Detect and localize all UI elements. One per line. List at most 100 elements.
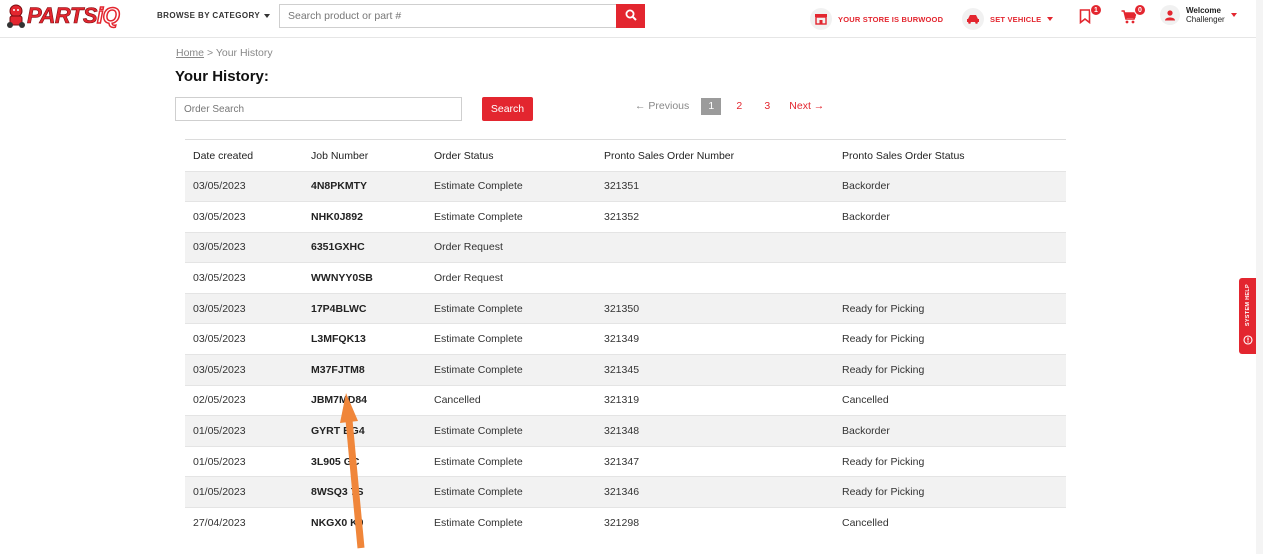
cell-pronto-order-status: Ready for Picking [842, 476, 1066, 508]
cell-date: 03/05/2023 [185, 201, 311, 233]
cell-date: 01/05/2023 [185, 415, 311, 447]
cell-pronto-order-status: Cancelled [842, 384, 1066, 416]
table-row[interactable]: 03/05/2023 4N8PKMTY Estimate Complete 32135… [185, 170, 1066, 202]
order-history-table: Date created Job Number Order Status Pro… [185, 139, 1066, 539]
cell-pronto-order-status: Backorder [842, 201, 1066, 233]
saved-count-badge: 1 [1090, 4, 1102, 16]
pagination-page-1[interactable]: 1 [701, 97, 722, 115]
cell-pronto-order-number: 321347 [604, 445, 842, 477]
table-row[interactable]: 03/05/2023 L3MFQK13 Estimate Complete 32134… [185, 323, 1066, 355]
cell-job-number: JBM7MD84 [311, 384, 434, 416]
set-vehicle-menu[interactable]: SET VEHICLE [962, 8, 1054, 30]
browse-label: BROWSE BY CATEGORY [157, 11, 261, 20]
cell-job-number: 6351GXHC [311, 231, 434, 263]
cart-button[interactable]: 0 [1120, 4, 1146, 30]
cell-pronto-order-number: 321346 [604, 476, 842, 508]
column-header-pronto-order-number: Pronto Sales Order Number [604, 150, 735, 163]
cell-order-status: Estimate Complete [434, 415, 604, 447]
cell-date: 02/05/2023 [185, 384, 311, 416]
cell-pronto-order-number: 321298 [604, 507, 842, 539]
storefront-icon [810, 8, 832, 30]
bookmark-icon [1079, 9, 1091, 29]
cell-pronto-order-status: Backorder [842, 170, 1066, 202]
cell-pronto-order-number [604, 231, 842, 263]
logo-iq-text: iQ [96, 2, 120, 29]
cell-pronto-order-status: Ready for Picking [842, 323, 1066, 355]
cell-pronto-order-number: 321352 [604, 201, 842, 233]
column-header-order-status: Order Status [434, 150, 494, 163]
cell-job-number: L3MFQK13 [311, 323, 434, 355]
pagination-page-3[interactable]: 3 [757, 100, 777, 112]
cell-order-status: Order Request [434, 262, 604, 294]
column-header-date: Date created [193, 150, 254, 163]
table-row[interactable]: 03/05/2023 M37FJTM8 Estimate Complete 32134… [185, 354, 1066, 386]
cell-job-number: 4N8PKMTY [311, 170, 434, 202]
pagination-next[interactable]: Next → [789, 100, 824, 112]
table-row[interactable]: 03/05/2023 NHK0J892 Estimate Complete 32135… [185, 201, 1066, 233]
cell-pronto-order-status: Ready for Picking [842, 354, 1066, 386]
cell-job-number: NHK0J892 [311, 201, 434, 233]
saved-items-button[interactable]: 1 [1076, 4, 1102, 30]
table-header-row: Date created Job Number Order Status Pro… [185, 140, 1066, 171]
cell-order-status: Estimate Complete [434, 445, 604, 477]
cell-job-number: WWNYY0SB [311, 262, 434, 294]
order-search-button[interactable]: Search [482, 97, 533, 121]
product-search-button[interactable] [616, 4, 645, 28]
cell-job-number: NKGX0 K0 [311, 507, 434, 539]
order-search-input[interactable] [175, 97, 462, 121]
cell-date: 03/05/2023 [185, 170, 311, 202]
cell-pronto-order-status [842, 262, 1066, 294]
cell-date: 03/05/2023 [185, 323, 311, 355]
table-row[interactable]: 27/04/2023 NKGX0 K0 Estimate Complete 32129… [185, 507, 1066, 539]
chevron-down-icon [264, 13, 271, 18]
mascot-logo-icon [5, 3, 27, 29]
cell-order-status: Estimate Complete [434, 354, 604, 386]
browse-by-category-menu[interactable]: BROWSE BY CATEGORY [157, 11, 271, 20]
cell-date: 03/05/2023 [185, 231, 311, 263]
table-row[interactable]: 03/05/2023 6351GXHC Order Request [185, 231, 1066, 263]
cell-pronto-order-status: Ready for Picking [842, 445, 1066, 477]
system-help-label: SYSTEM HELP [1244, 284, 1251, 327]
cell-job-number: M37FJTM8 [311, 354, 434, 386]
welcome-username: Challenger [1186, 15, 1225, 24]
cell-date: 27/04/2023 [185, 507, 311, 539]
product-search-input[interactable] [279, 4, 616, 28]
cell-job-number: 8WSQ3 7S [311, 476, 434, 508]
cell-order-status: Estimate Complete [434, 292, 604, 324]
cell-date: 01/05/2023 [185, 476, 311, 508]
breadcrumb-current: Your History [215, 47, 273, 59]
page-scrollbar[interactable] [1256, 0, 1263, 554]
chevron-down-icon [1047, 17, 1054, 21]
cell-pronto-order-status: Backorder [842, 415, 1066, 447]
cell-date: 03/05/2023 [185, 354, 311, 386]
product-search [279, 4, 645, 28]
user-icon [1160, 5, 1180, 25]
set-vehicle-label: SET VEHICLE [990, 14, 1042, 24]
table-row[interactable]: 03/05/2023 WWNYY0SB Order Request [185, 262, 1066, 294]
cell-order-status: Estimate Complete [434, 201, 604, 233]
table-row[interactable]: 01/05/2023 8WSQ3 7S Estimate Complete 32134… [185, 476, 1066, 508]
account-menu[interactable]: Welcome Challenger [1160, 5, 1237, 25]
pagination-previous[interactable]: ← Previous [635, 100, 689, 112]
table-row[interactable]: 03/05/2023 17P4BLWC Estimate Complete 32135… [185, 292, 1066, 324]
cell-order-status: Estimate Complete [434, 507, 604, 539]
cell-pronto-order-number: 321345 [604, 354, 842, 386]
page-title: Your History: [175, 68, 269, 85]
pagination-page-2[interactable]: 2 [729, 100, 749, 112]
cell-job-number: GYRT BG4 [311, 415, 434, 447]
partsiq-logo[interactable]: PARTS iQ [5, 2, 121, 30]
system-help-tab[interactable]: SYSTEM HELP [1239, 278, 1256, 354]
search-icon [625, 9, 637, 24]
welcome-text: Welcome Challenger [1186, 6, 1225, 24]
cart-count-badge: 0 [1134, 4, 1146, 16]
table-row[interactable]: 01/05/2023 3L905 GC Estimate Complete 32134… [185, 445, 1066, 477]
car-icon [962, 8, 984, 30]
table-row[interactable]: 01/05/2023 GYRT BG4 Estimate Complete 32134… [185, 415, 1066, 447]
cell-date: 03/05/2023 [185, 292, 311, 324]
cell-order-status: Estimate Complete [434, 476, 604, 508]
cell-date: 03/05/2023 [185, 262, 311, 294]
breadcrumb-home-link[interactable]: Home [176, 47, 204, 59]
column-header-pronto-order-status: Pronto Sales Order Status [842, 150, 965, 163]
table-row[interactable]: 02/05/2023 JBM7MD84 Cancelled 321319 Cancell… [185, 384, 1066, 416]
store-selector[interactable]: YOUR STORE IS BURWOOD [810, 8, 943, 30]
